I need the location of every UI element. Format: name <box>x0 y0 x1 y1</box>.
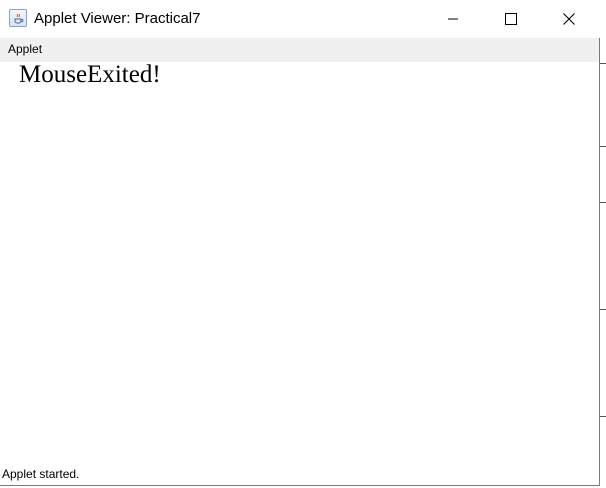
background-divider <box>600 416 606 417</box>
minimize-icon <box>448 18 458 20</box>
maximize-button[interactable] <box>488 0 534 38</box>
background-window-edge <box>600 0 606 488</box>
status-text: Applet started. <box>2 467 80 481</box>
applet-viewer-window: Applet Viewer: Practical7 Applet MouseEx… <box>0 0 600 486</box>
status-bar: Applet started. <box>0 464 599 485</box>
background-divider <box>600 309 606 310</box>
close-icon <box>563 13 575 25</box>
background-divider <box>600 63 606 64</box>
menu-bar: Applet <box>0 38 599 62</box>
mouse-event-message: MouseExited! <box>19 61 161 88</box>
title-bar[interactable]: Applet Viewer: Practical7 <box>0 0 600 38</box>
minimize-button[interactable] <box>430 0 476 38</box>
window-title: Applet Viewer: Practical7 <box>34 10 201 27</box>
java-applet-icon[interactable] <box>9 9 27 27</box>
menu-applet[interactable]: Applet <box>8 42 42 56</box>
close-button[interactable] <box>546 0 592 38</box>
applet-canvas[interactable]: MouseExited! <box>0 61 599 464</box>
maximize-icon <box>505 13 517 25</box>
background-divider <box>600 146 606 147</box>
background-divider <box>600 202 606 203</box>
